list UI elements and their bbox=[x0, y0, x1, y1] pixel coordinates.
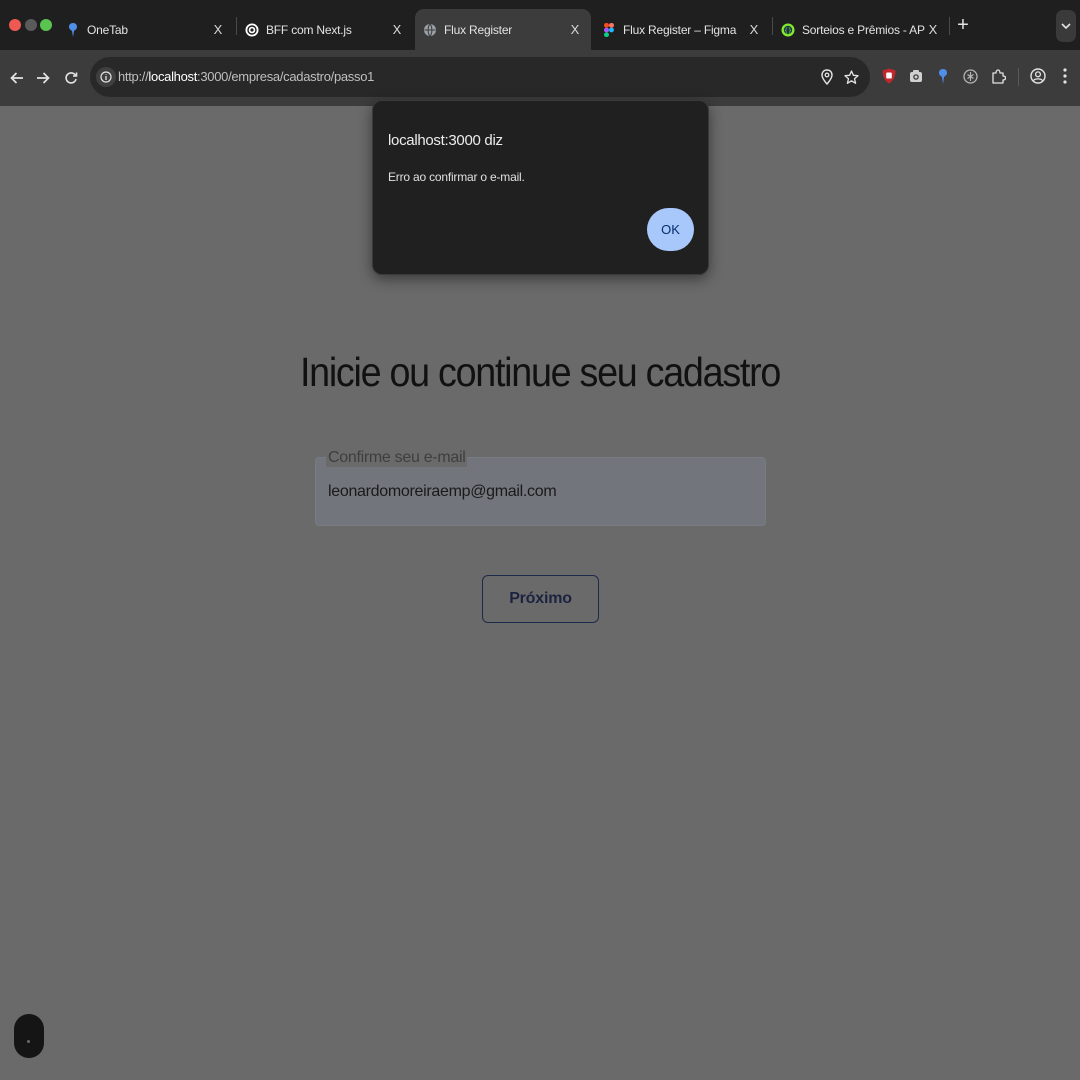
bookmark-button[interactable] bbox=[841, 67, 861, 87]
tab-close-icon[interactable]: X bbox=[567, 22, 583, 37]
tab-title: Flux Register bbox=[444, 22, 513, 37]
tab-flux-register[interactable]: Flux Register X bbox=[415, 9, 591, 50]
kebab-menu-icon[interactable] bbox=[1055, 66, 1075, 86]
tab-title: Sorteios e Prêmios - API Docs bbox=[802, 22, 925, 37]
site-info-button[interactable] bbox=[96, 67, 116, 87]
tab-flux-register-figma[interactable]: Flux Register – Figma X bbox=[594, 9, 770, 50]
alert-dialog: localhost:3000 diz Erro ao confirmar o e… bbox=[372, 100, 709, 275]
reload-icon bbox=[65, 72, 78, 84]
ublock-icon[interactable] bbox=[879, 66, 899, 86]
address-bar[interactable]: http://localhost:3000/empresa/cadastro/p… bbox=[90, 57, 870, 97]
location-icon bbox=[821, 69, 833, 85]
tab-bff-nextjs[interactable]: BFF com Next.js X bbox=[237, 9, 413, 50]
dot-icon bbox=[27, 1040, 30, 1043]
swagger-icon: {} bbox=[781, 23, 795, 37]
ok-button[interactable]: OK bbox=[647, 208, 694, 251]
url-path: :3000/empresa/cadastro/passo1 bbox=[197, 69, 375, 84]
email-field-label: Confirme seu e-mail bbox=[326, 449, 468, 467]
back-arrow-icon bbox=[10, 72, 23, 84]
forward-arrow-icon bbox=[37, 72, 50, 84]
tab-title: Flux Register – Figma bbox=[623, 22, 737, 37]
camera-icon[interactable] bbox=[906, 66, 926, 86]
email-field-value[interactable]: leonardomoreiraemp@gmail.com bbox=[328, 483, 557, 501]
location-button[interactable] bbox=[817, 67, 837, 87]
window-close-button[interactable] bbox=[9, 19, 21, 31]
window-minimize-button[interactable] bbox=[25, 19, 37, 31]
page-title: Inicie ou continue seu cadastro bbox=[299, 349, 781, 395]
tab-divider bbox=[949, 17, 950, 35]
figma-icon bbox=[602, 22, 616, 37]
globe-icon bbox=[423, 23, 437, 37]
puzzle-icon[interactable] bbox=[988, 66, 1008, 86]
toolbar-divider bbox=[1018, 68, 1019, 86]
url-host: localhost bbox=[148, 69, 198, 84]
next-button[interactable]: Próximo bbox=[482, 575, 599, 623]
info-icon bbox=[100, 71, 112, 83]
email-confirm-field[interactable]: Confirme seu e-mail leonardomoreiraemp@g… bbox=[315, 449, 766, 526]
forward-button[interactable] bbox=[31, 66, 55, 90]
dialog-message: Erro ao confirmar o e-mail. bbox=[388, 170, 525, 184]
extension-icon[interactable] bbox=[960, 66, 980, 86]
new-tab-button[interactable]: + bbox=[955, 14, 971, 36]
window-maximize-button[interactable] bbox=[40, 19, 52, 31]
back-button[interactable] bbox=[5, 66, 29, 90]
chevron-down-icon bbox=[1061, 23, 1071, 29]
tab-strip: OneTab X BFF com Next.js X Flux Register… bbox=[0, 0, 1080, 50]
tab-search-button[interactable] bbox=[1056, 10, 1076, 42]
onetab-icon[interactable] bbox=[933, 66, 953, 86]
dialog-origin: localhost:3000 diz bbox=[388, 132, 503, 149]
tab-close-icon[interactable]: X bbox=[210, 22, 226, 37]
star-icon bbox=[843, 69, 859, 84]
reload-button[interactable] bbox=[59, 66, 83, 90]
tab-title: BFF com Next.js bbox=[266, 22, 352, 37]
tab-onetab[interactable]: OneTab X bbox=[58, 9, 234, 50]
tab-close-icon[interactable]: X bbox=[389, 22, 405, 37]
address-url[interactable]: http://localhost:3000/empresa/cadastro/p… bbox=[118, 69, 374, 84]
tab-close-icon[interactable]: X bbox=[746, 22, 762, 37]
url-scheme: http:// bbox=[118, 69, 149, 84]
pin-icon bbox=[66, 22, 80, 37]
tab-title: OneTab bbox=[87, 22, 128, 37]
tab-sorteios-api-docs[interactable]: {} Sorteios e Prêmios - API Docs X bbox=[773, 9, 949, 50]
openai-icon bbox=[245, 23, 259, 37]
tab-close-icon[interactable]: X bbox=[925, 22, 941, 37]
svg-text:{}: {} bbox=[784, 27, 792, 34]
floating-action-button[interactable] bbox=[14, 1014, 44, 1058]
profile-icon[interactable] bbox=[1028, 66, 1048, 86]
